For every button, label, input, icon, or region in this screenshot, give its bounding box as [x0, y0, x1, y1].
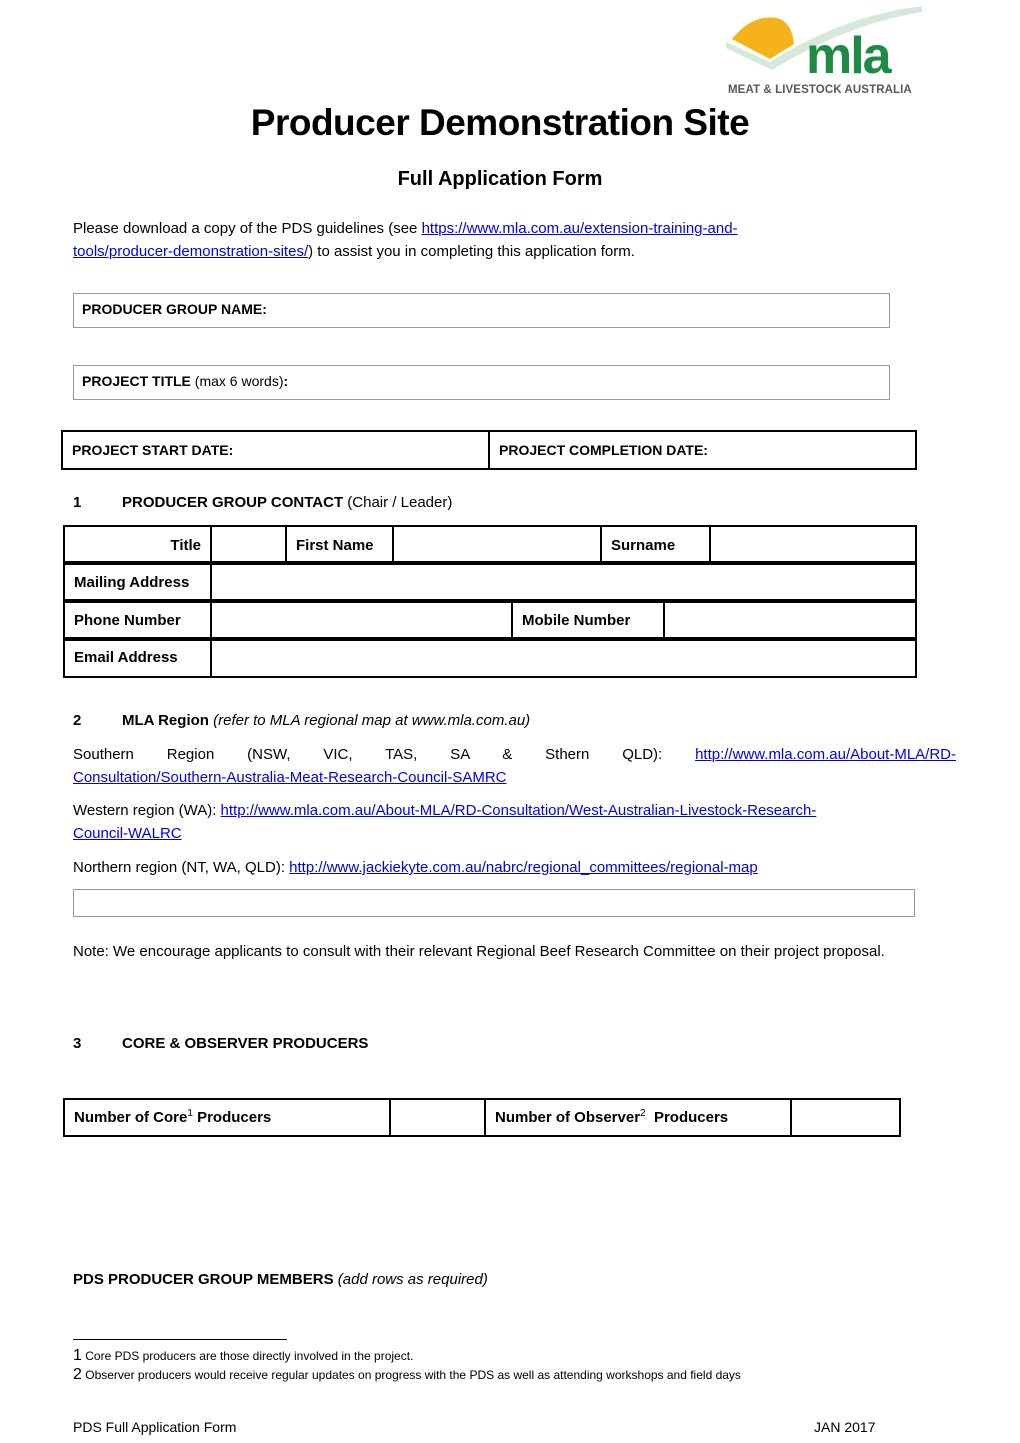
footnote-separator	[73, 1339, 287, 1340]
email-address-label: Email Address	[63, 637, 212, 678]
footer-right: JAN 2017	[814, 1419, 876, 1435]
footnote-2: 2 Observer producers would receive regul…	[73, 1366, 741, 1383]
title-input[interactable]	[210, 525, 287, 565]
western-region-label: Western region (WA):	[73, 802, 221, 819]
intro-paragraph: Please download a copy of the PDS guidel…	[73, 217, 953, 263]
section-1-heading: 1 PRODUCER GROUP CONTACT (Chair / Leader)	[73, 494, 453, 511]
first-name-input[interactable]	[392, 525, 602, 565]
section-2-heading: 2 MLA Region (refer to MLA regional map a…	[73, 712, 531, 729]
core-producers-label: Number of Core1 Producers	[63, 1098, 391, 1137]
intro-text-before: Please download a copy of the PDS guidel…	[73, 220, 422, 237]
project-dates-table: PROJECT START DATE: PROJECT COMPLETION D…	[61, 430, 917, 470]
producer-group-name-field[interactable]: PRODUCER GROUP NAME:	[73, 293, 890, 328]
producer-group-name-label: PRODUCER GROUP NAME:	[82, 301, 267, 317]
mobile-number-input[interactable]	[663, 599, 917, 641]
producers-count-table: Number of Core1 Producers Number of Obse…	[63, 1098, 901, 1137]
mobile-number-label: Mobile Number	[511, 599, 665, 641]
project-title-label: PROJECT TITLE (max 6 words):	[82, 373, 289, 389]
surname-label: Surname	[600, 525, 711, 565]
first-name-label: First Name	[285, 525, 394, 565]
western-region-link-cont[interactable]: Council-WALRC	[73, 825, 182, 842]
contact-table-email: Email Address	[63, 637, 917, 678]
northern-region-label: Northern region (NT, WA, QLD):	[73, 859, 290, 876]
email-address-input[interactable]	[210, 637, 917, 678]
observer-producers-input[interactable]	[790, 1098, 901, 1137]
southern-region-link-cont[interactable]: Consultation/Southern-Australia-Meat-Res…	[73, 769, 507, 786]
western-region: Western region (WA): http://www.mla.com.…	[73, 799, 956, 845]
project-completion-date-field[interactable]: PROJECT COMPLETION DATE:	[488, 430, 917, 470]
mla-logo: mla MEAT & LIVESTOCK AUSTRALIA	[722, 4, 932, 100]
observer-producers-label: Number of Observer2 Producers	[484, 1098, 792, 1137]
southern-region-label: Southern Region (NSW, VIC, TAS, SA & Sth…	[73, 746, 696, 763]
mla-region-input[interactable]	[73, 889, 915, 917]
logo-tagline: MEAT & LIVESTOCK AUSTRALIA	[728, 84, 912, 96]
southern-region: Southern Region (NSW, VIC, TAS, SA & Sth…	[73, 743, 956, 789]
title-label: Title	[63, 525, 212, 565]
project-title-field[interactable]: PROJECT TITLE (max 6 words):	[73, 365, 890, 400]
western-region-link[interactable]: http://www.mla.com.au/About-MLA/RD-Consu…	[221, 802, 817, 819]
intro-text-after: ) to assist you in completing this appli…	[308, 243, 635, 260]
surname-input[interactable]	[709, 525, 917, 565]
footnote-1: 1 Core PDS producers are those directly …	[73, 1347, 414, 1364]
contact-table-address: Mailing Address	[63, 561, 917, 603]
northern-region-link[interactable]: http://www.jackiekyte.com.au/nabrc/regio…	[289, 859, 758, 876]
phone-number-input[interactable]	[210, 599, 513, 641]
logo-wordmark: mla	[806, 27, 892, 85]
contact-table: Title First Name Surname	[63, 525, 917, 565]
page-title: Producer Demonstration Site	[250, 102, 750, 143]
northern-region: Northern region (NT, WA, QLD): http://ww…	[73, 856, 956, 879]
section-3-heading: 3 CORE & OBSERVER PRODUCERS	[73, 1035, 369, 1052]
mailing-address-input[interactable]	[210, 561, 917, 603]
footer-left: PDS Full Application Form	[73, 1419, 237, 1435]
group-members-heading: PDS PRODUCER GROUP MEMBERS (add rows as …	[73, 1271, 488, 1288]
core-producers-input[interactable]	[389, 1098, 486, 1137]
southern-region-link[interactable]: http://www.mla.com.au/About-MLA/RD-	[695, 746, 956, 763]
mailing-address-label: Mailing Address	[63, 561, 212, 603]
page-subtitle: Full Application Form	[397, 168, 603, 190]
phone-number-label: Phone Number	[63, 599, 212, 641]
project-start-date-field[interactable]: PROJECT START DATE:	[61, 430, 490, 470]
contact-table-phone: Phone Number Mobile Number	[63, 599, 917, 641]
consult-note: Note: We encourage applicants to consult…	[73, 943, 885, 960]
